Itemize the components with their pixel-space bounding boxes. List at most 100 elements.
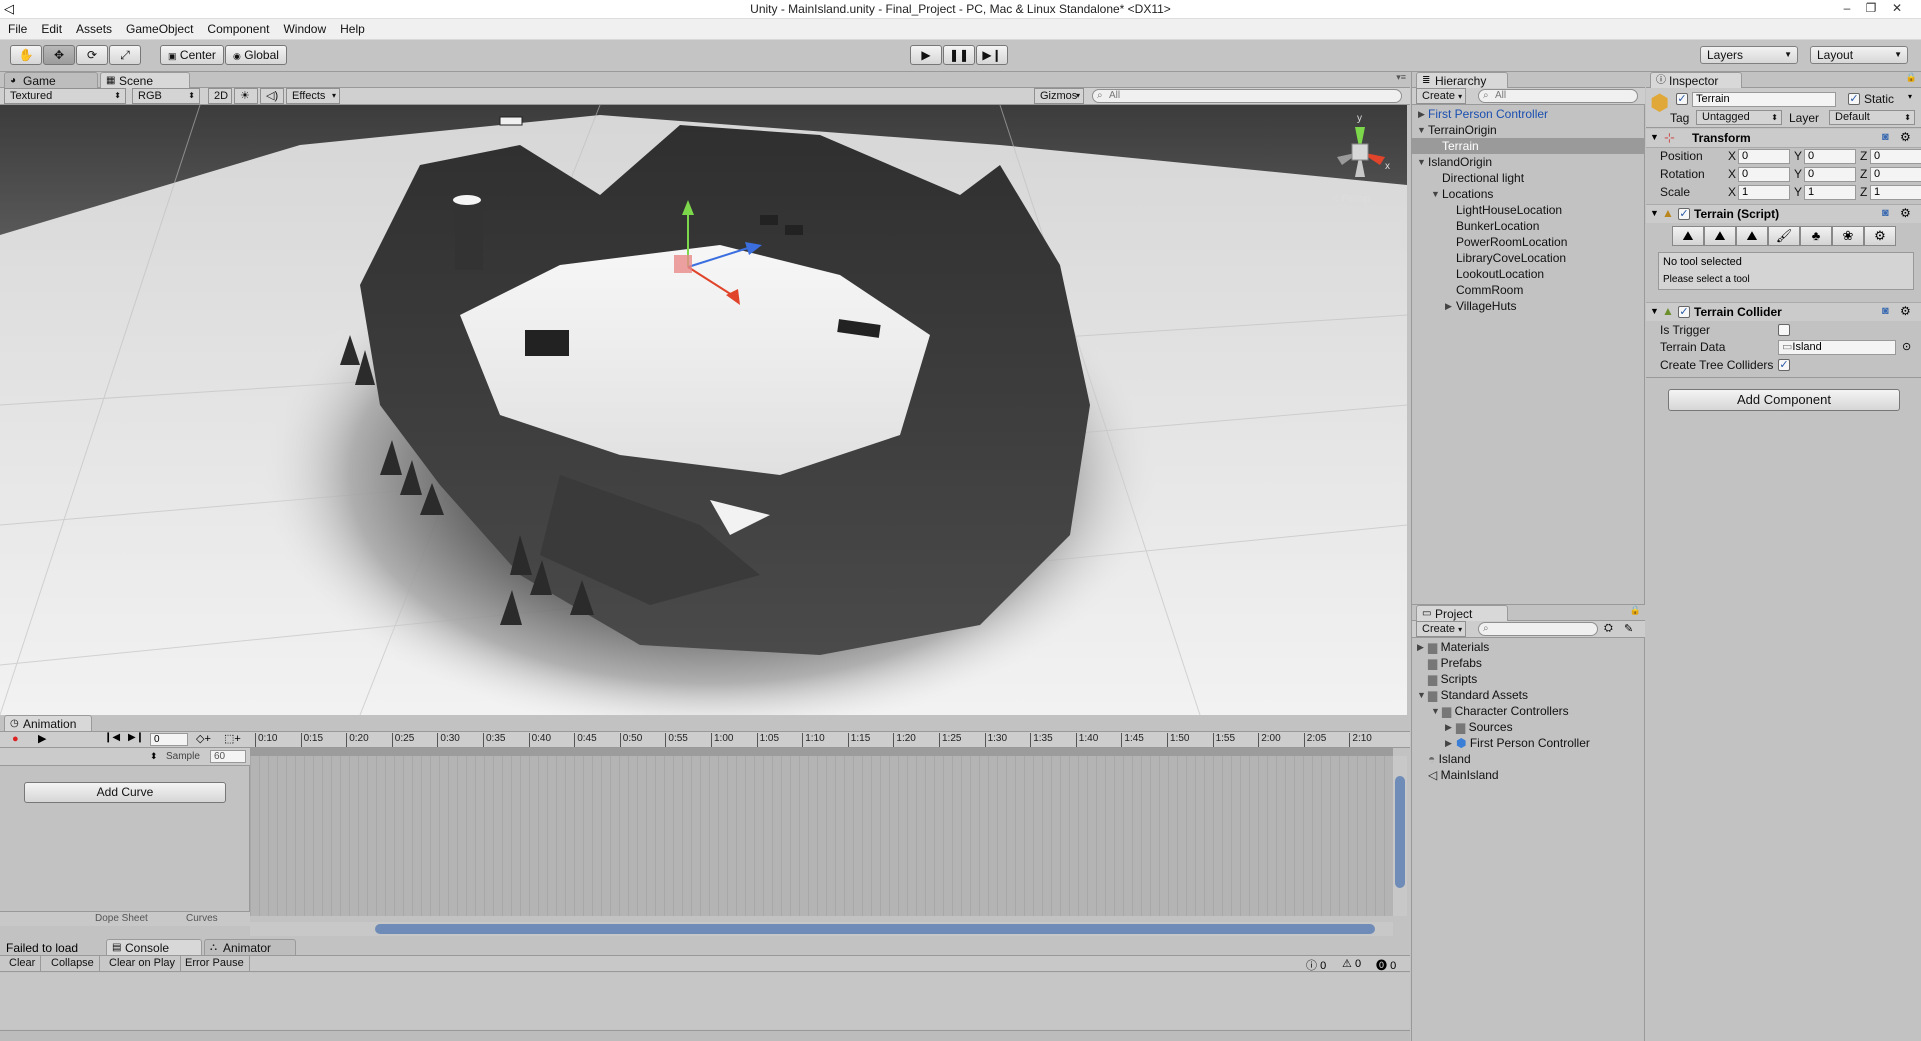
object-picker-icon[interactable]: ⊙ [1902, 340, 1911, 353]
tree-item-selected[interactable]: Terrain [1442, 138, 1479, 154]
expand-right-icon[interactable]: ▶ [1445, 722, 1452, 733]
create-tree-colliders-checkbox[interactable]: ✓ [1778, 359, 1790, 371]
transform-x-field[interactable]: 0 [1738, 149, 1790, 164]
tree-item[interactable]: ▆ Sources [1456, 719, 1513, 735]
lock-icon[interactable]: 🔒 [1630, 605, 1641, 616]
curves-tab[interactable]: Curves [186, 913, 218, 924]
scene-search-input[interactable]: ⌕ All [1092, 89, 1402, 103]
anim-horizontal-scrollbar[interactable] [250, 922, 1393, 936]
transform-z-field[interactable]: 0 [1870, 167, 1921, 182]
expand-right-icon[interactable]: ▶ [1445, 301, 1452, 312]
tree-item[interactable]: ▆ Materials [1428, 639, 1489, 655]
tree-item[interactable]: CommRoom [1456, 282, 1523, 298]
gear-icon[interactable]: ⚙ [1900, 206, 1911, 220]
smooth-height-button[interactable]: ⛰ [1736, 226, 1768, 246]
play-button[interactable]: ▶ [910, 45, 942, 65]
menu-help[interactable]: Help [332, 19, 371, 39]
gear-icon[interactable]: ⚙ [1900, 304, 1911, 318]
anim-vertical-scrollbar[interactable] [1393, 756, 1407, 916]
add-key-icon[interactable]: ◇+ [196, 732, 211, 745]
tree-item[interactable]: LibraryCoveLocation [1456, 250, 1566, 266]
filter-label-icon[interactable]: ✎ [1624, 622, 1633, 635]
expand-right-icon[interactable]: ▶ [1418, 109, 1425, 120]
gizmos-dropdown[interactable]: Gizmos ▾ [1034, 88, 1084, 104]
console-log-area[interactable] [0, 973, 1410, 1029]
menu-file[interactable]: File [0, 19, 33, 39]
help-icon[interactable]: ◙ [1882, 131, 1889, 143]
tab-inspector[interactable]: ⓘ Inspector [1650, 72, 1742, 88]
hierarchy-search-input[interactable]: ⌕ All [1478, 89, 1638, 103]
rotate-tool-button[interactable]: ⟳ [76, 45, 108, 65]
transform-header[interactable]: ▼ ⊹ Transform ◙ ⚙ [1646, 129, 1921, 148]
terrain-script-header[interactable]: ▼ ▲ ✓ Terrain (Script) ◙ ⚙ [1646, 204, 1921, 223]
hand-tool-button[interactable]: ✋ [10, 45, 42, 65]
scene-orientation-gizmo[interactable]: y x [1325, 113, 1395, 187]
tab-hierarchy[interactable]: ≣ Hierarchy [1416, 72, 1508, 88]
menu-edit[interactable]: Edit [33, 19, 68, 39]
help-icon[interactable]: ◙ [1882, 305, 1889, 317]
layout-dropdown[interactable]: Layout ▼ [1810, 46, 1908, 64]
expand-right-icon[interactable]: ▶ [1445, 738, 1452, 749]
tree-item[interactable]: ⬢ First Person Controller [1456, 735, 1590, 751]
expand-down-icon[interactable]: ▼ [1431, 706, 1440, 716]
pause-button[interactable]: ❚❚ [943, 45, 975, 65]
layers-dropdown[interactable]: Layers ▼ [1700, 46, 1798, 64]
add-curve-button[interactable]: Add Curve [24, 782, 226, 803]
transform-z-field[interactable]: 0 [1870, 149, 1921, 164]
transform-y-field[interactable]: 0 [1804, 167, 1856, 182]
tree-item[interactable]: IslandOrigin [1428, 154, 1492, 170]
pivot-global-button[interactable]: ◉ Global [225, 45, 287, 65]
is-trigger-checkbox[interactable] [1778, 324, 1790, 336]
prev-key-icon[interactable]: ❙◀ [104, 732, 120, 743]
tree-item[interactable]: First Person Controller [1428, 106, 1548, 122]
object-name-field[interactable]: Terrain [1692, 92, 1836, 107]
panel-menu-icon[interactable]: ▾≡ [1396, 72, 1406, 83]
project-search-input[interactable]: ⌕ [1478, 622, 1598, 636]
tree-item[interactable]: VillageHuts [1456, 298, 1516, 314]
move-tool-button[interactable]: ✥ [43, 45, 75, 65]
menu-gameobject[interactable]: GameObject [118, 19, 199, 39]
timeline-ruler[interactable]: 0:10 0:15 0:20 0:25 0:30 0:35 0:40 0:45 0:50 0:55… [252, 732, 1392, 748]
tree-item[interactable]: Locations [1442, 186, 1493, 202]
info-count[interactable]: ⓘ 0 [1306, 957, 1326, 973]
tree-item[interactable]: ◓ Island [1428, 751, 1471, 767]
menu-window[interactable]: Window [275, 19, 332, 39]
paint-height-button[interactable]: ⛰ [1704, 226, 1736, 246]
tab-animation[interactable]: ◷ Animation [4, 715, 92, 731]
scroll-thumb[interactable] [1395, 776, 1405, 888]
render-mode-dropdown[interactable]: RGB ⬍ [132, 88, 200, 104]
help-icon[interactable]: ◙ [1882, 207, 1889, 219]
menu-assets[interactable]: Assets [68, 19, 118, 39]
expand-down-icon[interactable]: ▼ [1417, 690, 1426, 700]
tab-console[interactable]: ▤ Console [106, 939, 202, 955]
step-button[interactable]: ▶❙ [976, 45, 1008, 65]
tree-item[interactable]: BunkerLocation [1456, 218, 1539, 234]
paint-texture-button[interactable]: 🖌 [1768, 226, 1800, 246]
scene-viewport[interactable]: y x < Persp [0, 105, 1407, 715]
transform-x-field[interactable]: 1 [1738, 185, 1790, 200]
tree-item[interactable]: LookoutLocation [1456, 266, 1544, 282]
record-icon[interactable]: ● [12, 733, 19, 745]
terrain-collider-header[interactable]: ▼ ▲ ✓ Terrain Collider ◙ ⚙ [1646, 302, 1921, 321]
add-component-button[interactable]: Add Component [1668, 389, 1900, 411]
tag-dropdown[interactable]: Untagged ⬍ [1696, 110, 1782, 125]
console-collapse-button[interactable]: Collapse [46, 956, 100, 971]
next-key-icon[interactable]: ▶❙ [128, 732, 144, 743]
static-checkbox[interactable]: ✓ [1848, 93, 1860, 105]
close-icon[interactable]: ✕ [1886, 0, 1908, 18]
frame-field[interactable]: 0 [150, 733, 188, 746]
filter-type-icon[interactable]: ⛭ [1604, 622, 1613, 635]
pivot-center-button[interactable]: ▣ Center [160, 45, 224, 65]
terrain-settings-button[interactable]: ⚙ [1864, 226, 1896, 246]
console-error-pause-button[interactable]: Error Pause [180, 956, 250, 971]
console-clear-on-play-button[interactable]: Clear on Play [104, 956, 182, 971]
console-clear-button[interactable]: Clear [4, 956, 42, 971]
hierarchy-create-dropdown[interactable]: Create ▾ [1416, 88, 1466, 104]
expand-down-icon[interactable]: ▼ [1417, 157, 1426, 167]
warning-count[interactable]: ⚠ 0 [1342, 957, 1361, 970]
error-count[interactable]: ⓿ 0 [1376, 957, 1396, 973]
transform-z-field[interactable]: 1 [1870, 185, 1921, 200]
dopesheet-area[interactable] [250, 756, 1393, 916]
tree-item[interactable]: ▆ Scripts [1428, 671, 1477, 687]
transform-y-field[interactable]: 0 [1804, 149, 1856, 164]
